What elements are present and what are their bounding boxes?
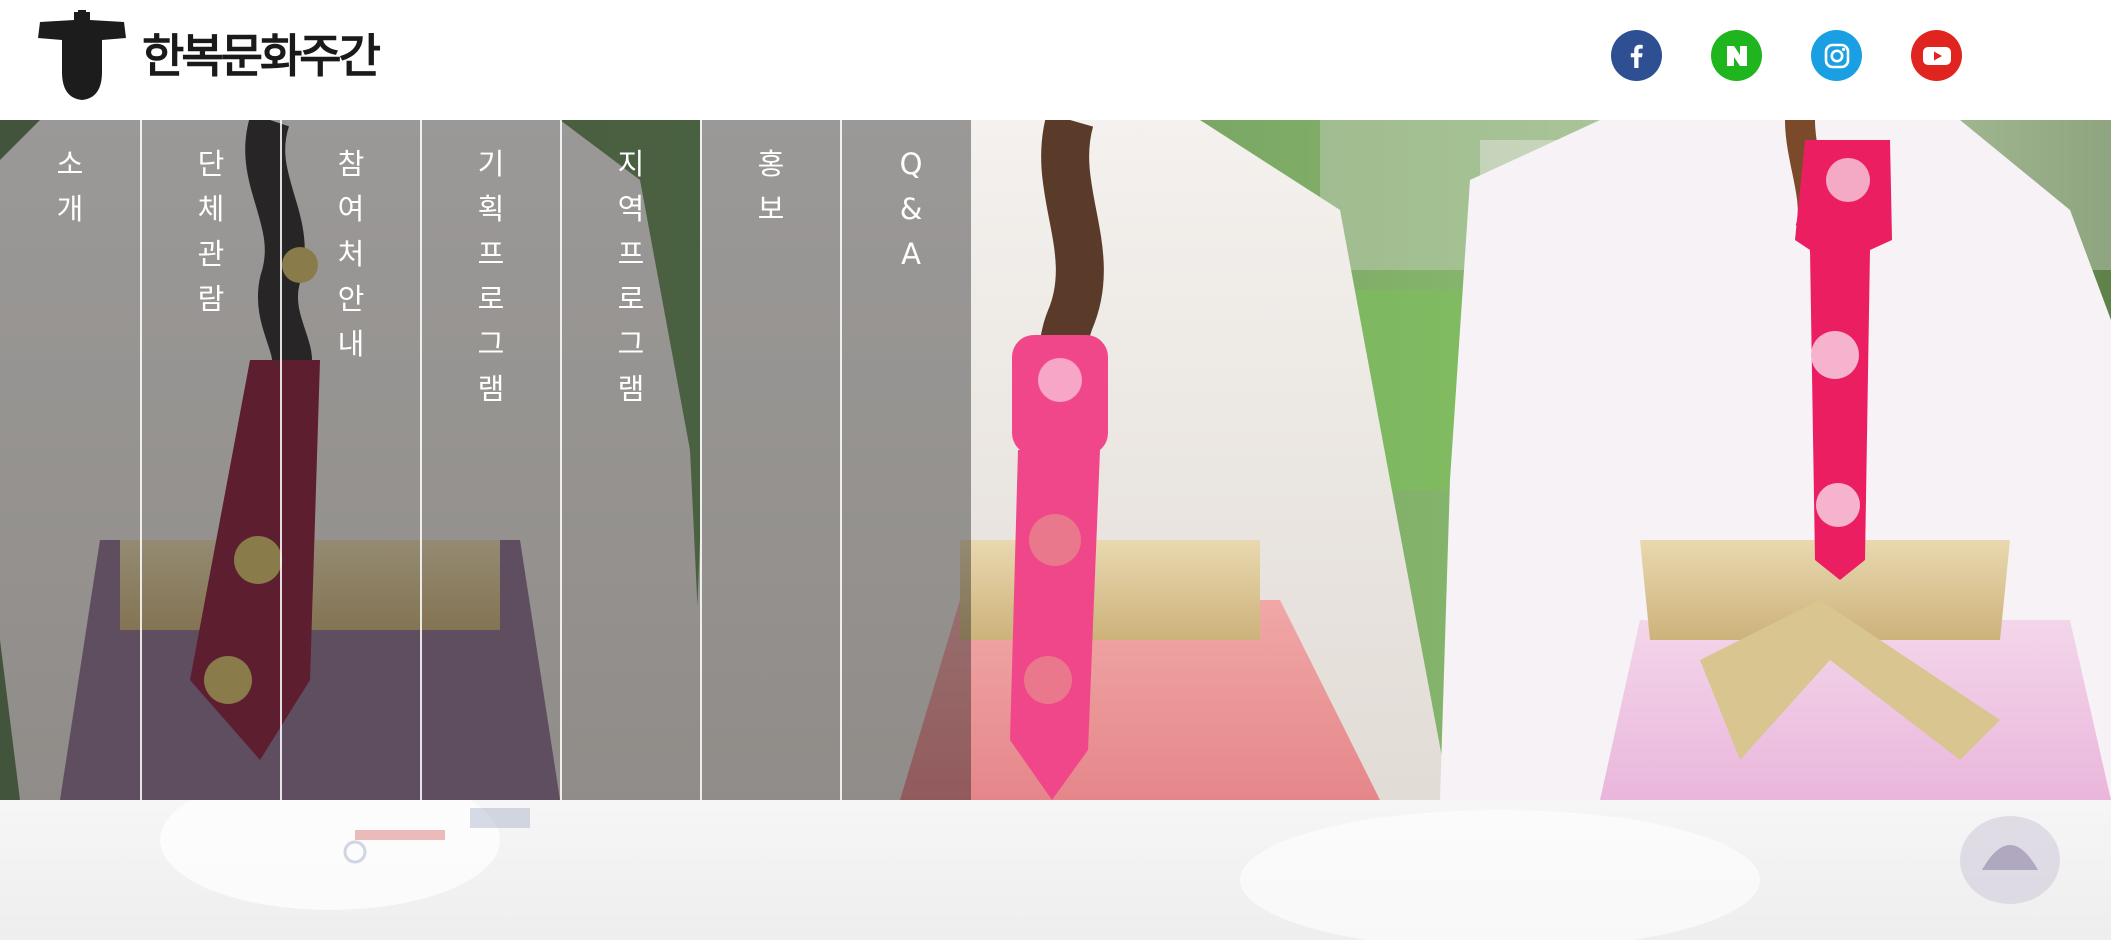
naver-link[interactable] xyxy=(1711,30,1762,81)
instagram-link[interactable] xyxy=(1811,30,1862,81)
nav-item-label: 단체관람 xyxy=(197,147,225,316)
instagram-icon xyxy=(1824,43,1849,68)
nav-item-group-viewing[interactable]: 단체관람 xyxy=(140,120,280,800)
nav-item-label: 소개 xyxy=(56,147,84,226)
hero-banner: 소개 단체관람 참여처안내 기획프로그램 지역프로그램 홍보 Q&A xyxy=(0,120,2111,800)
nav-item-intro[interactable]: 소개 xyxy=(0,120,140,800)
nav-item-special-programs[interactable]: 기획프로그램 xyxy=(420,120,560,800)
social-links xyxy=(1611,30,1962,81)
youtube-icon xyxy=(1922,46,1951,65)
nav-item-venues[interactable]: 참여처안내 xyxy=(280,120,420,800)
nav-item-regional-programs[interactable]: 지역프로그램 xyxy=(560,120,700,800)
nav-item-promotion[interactable]: 홍보 xyxy=(700,120,840,800)
site-header: 한복문화주간 xyxy=(0,0,2111,120)
facebook-icon xyxy=(1630,44,1643,68)
hanbok-pattern-decoration xyxy=(160,800,2060,940)
nav-item-label: 기획프로그램 xyxy=(477,147,505,406)
site-title: 한복문화주간 xyxy=(142,29,381,83)
facebook-link[interactable] xyxy=(1611,30,1662,81)
nav-item-qna[interactable]: Q&A xyxy=(840,120,980,800)
hanbok-jeogori-logo-icon xyxy=(38,10,126,100)
nav-item-label: 지역프로그램 xyxy=(617,147,645,406)
youtube-link[interactable] xyxy=(1911,30,1962,81)
nav-item-label: Q&A xyxy=(899,147,923,271)
naver-icon xyxy=(1726,45,1747,66)
main-nav: 소개 단체관람 참여처안내 기획프로그램 지역프로그램 홍보 Q&A xyxy=(0,120,980,800)
nav-item-label: 홍보 xyxy=(757,147,785,226)
site-logo[interactable]: 한복문화주간 xyxy=(36,8,381,104)
content-background xyxy=(0,800,2111,940)
nav-item-label: 참여처안내 xyxy=(337,147,365,361)
